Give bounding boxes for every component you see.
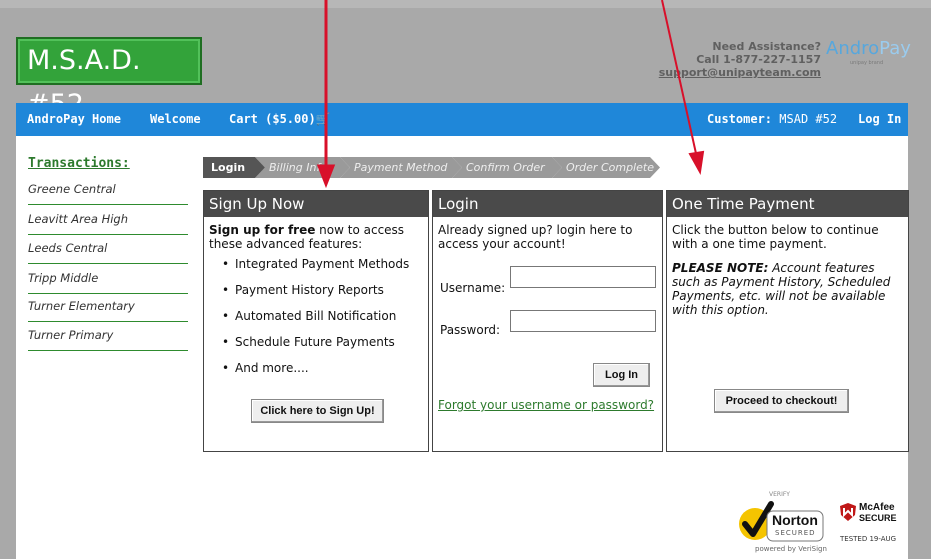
arrow-to-one-time: [661, 0, 705, 176]
arrow-to-signup: [316, 0, 336, 189]
annotation-arrows: [316, 0, 705, 189]
